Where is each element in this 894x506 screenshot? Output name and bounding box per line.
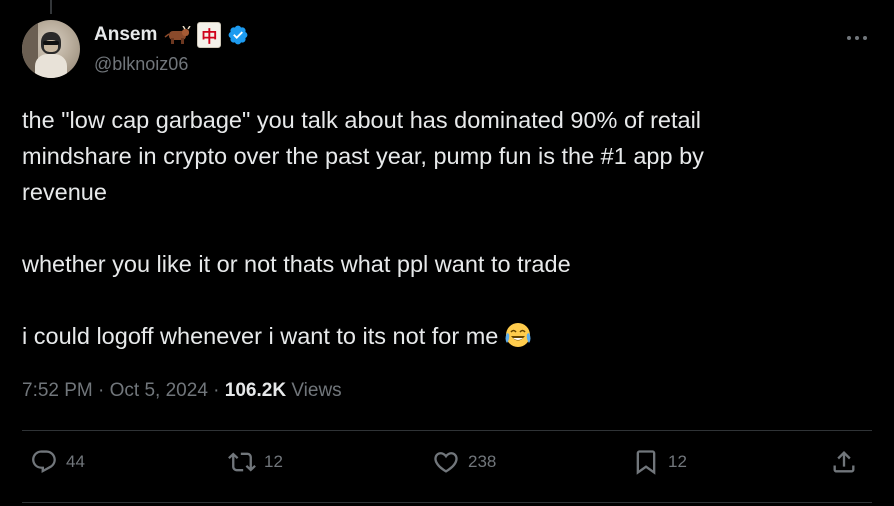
tweet-actions: 44 12 238 12 <box>22 448 872 484</box>
share-button[interactable] <box>830 448 858 476</box>
tweet-body: the "low cap garbage" you talk about has… <box>22 102 862 354</box>
ox-emoji-icon <box>164 26 191 44</box>
meta-separator: · <box>92 380 110 401</box>
repost-icon <box>228 452 256 472</box>
tears-of-joy-emoji-icon <box>505 323 531 347</box>
meta-separator: · <box>207 380 225 401</box>
author-handle[interactable]: @blknoiz06 <box>94 54 188 75</box>
avatar-figure-shades <box>43 41 59 45</box>
more-options-icon[interactable] <box>842 28 872 48</box>
tweet-meta: 7:52 PM · Oct 5, 2024 · 106.2K Views <box>22 380 342 402</box>
like-count: 238 <box>468 452 497 471</box>
bookmark-count: 12 <box>668 452 687 471</box>
heart-icon <box>434 452 458 473</box>
tweet-date[interactable]: Oct 5, 2024 <box>110 380 208 401</box>
bookmark-icon <box>636 450 656 475</box>
tweet-text-line: the "low cap garbage" you talk about has… <box>22 107 702 133</box>
tweet-header: Ansem 中 @blknoiz06 <box>22 18 872 80</box>
author-display-name[interactable]: Ansem <box>94 24 157 46</box>
tweet-text-line: revenue <box>22 179 107 205</box>
views-count[interactable]: 106.2K <box>225 380 286 401</box>
reply-button[interactable]: 44 <box>30 448 85 476</box>
verified-badge-icon <box>228 25 248 45</box>
views-label: Views <box>286 380 342 401</box>
reply-icon <box>32 450 56 474</box>
divider <box>22 502 872 503</box>
avatar-figure-body <box>35 54 67 78</box>
repost-button[interactable]: 12 <box>228 448 283 476</box>
share-icon <box>833 451 855 473</box>
tweet-text-line: i could logoff whenever i want to its no… <box>22 323 499 349</box>
mahjong-red-dragon-icon: 中 <box>197 22 222 48</box>
reply-count: 44 <box>66 452 85 471</box>
tweet-text-line: mindshare in crypto over the past year, … <box>22 143 704 169</box>
author-name-row: Ansem 中 <box>94 22 249 48</box>
thread-connector-line <box>50 0 52 14</box>
repost-count: 12 <box>264 452 283 471</box>
avatar[interactable] <box>22 20 80 78</box>
like-button[interactable]: 238 <box>432 448 496 476</box>
divider <box>22 430 872 431</box>
bookmark-button[interactable]: 12 <box>632 448 687 476</box>
tweet-time[interactable]: 7:52 PM <box>22 380 93 401</box>
tweet-text-line: whether you like it or not thats what pp… <box>22 251 571 277</box>
